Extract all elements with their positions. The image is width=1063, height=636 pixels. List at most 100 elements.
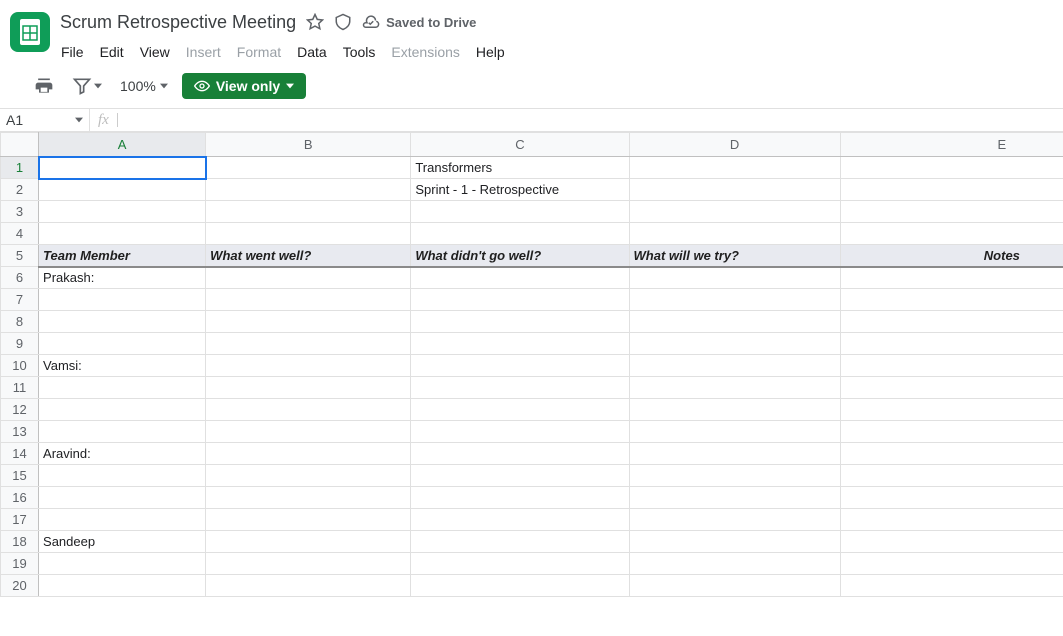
menu-insert[interactable]: Insert (179, 40, 228, 64)
menu-tools[interactable]: Tools (336, 40, 383, 64)
cell-D7[interactable] (629, 289, 840, 311)
cell-C5[interactable]: What didn't go well? (411, 245, 629, 267)
sheets-logo[interactable] (10, 12, 50, 52)
cell-B6[interactable] (206, 267, 411, 289)
cell-B11[interactable] (206, 377, 411, 399)
cell-C3[interactable] (411, 201, 629, 223)
row-header[interactable]: 13 (1, 421, 39, 443)
cell-B18[interactable] (206, 531, 411, 553)
row-header[interactable]: 6 (1, 267, 39, 289)
cell-E2[interactable] (840, 179, 1063, 201)
cell-B16[interactable] (206, 487, 411, 509)
cell-E19[interactable] (840, 553, 1063, 575)
cell-D9[interactable] (629, 333, 840, 355)
cell-C12[interactable] (411, 399, 629, 421)
cell-A18[interactable]: Sandeep (39, 531, 206, 553)
cell-C9[interactable] (411, 333, 629, 355)
cell-C17[interactable] (411, 509, 629, 531)
menu-edit[interactable]: Edit (93, 40, 131, 64)
saved-to-drive[interactable]: Saved to Drive (362, 13, 476, 31)
cell-E13[interactable] (840, 421, 1063, 443)
cell-A6[interactable]: Prakash: (39, 267, 206, 289)
col-header-E[interactable]: E (840, 133, 1063, 157)
cell-C2[interactable]: Sprint - 1 - Retrospective (411, 179, 629, 201)
cell-D13[interactable] (629, 421, 840, 443)
cell-E18[interactable] (840, 531, 1063, 553)
col-header-B[interactable]: B (206, 133, 411, 157)
row-header[interactable]: 18 (1, 531, 39, 553)
cell-C4[interactable] (411, 223, 629, 245)
cell-D17[interactable] (629, 509, 840, 531)
row-header[interactable]: 15 (1, 465, 39, 487)
cell-A16[interactable] (39, 487, 206, 509)
cell-E12[interactable] (840, 399, 1063, 421)
cell-A1[interactable] (39, 157, 206, 179)
cell-A8[interactable] (39, 311, 206, 333)
row-header[interactable]: 16 (1, 487, 39, 509)
row-header[interactable]: 10 (1, 355, 39, 377)
name-box[interactable]: A1 (0, 109, 90, 131)
cell-B10[interactable] (206, 355, 411, 377)
cell-C11[interactable] (411, 377, 629, 399)
cell-B17[interactable] (206, 509, 411, 531)
col-header-C[interactable]: C (411, 133, 629, 157)
select-all-corner[interactable] (1, 133, 39, 157)
cell-E6[interactable] (840, 267, 1063, 289)
cell-E3[interactable] (840, 201, 1063, 223)
cell-E11[interactable] (840, 377, 1063, 399)
cell-A19[interactable] (39, 553, 206, 575)
cell-E1[interactable] (840, 157, 1063, 179)
menu-format[interactable]: Format (230, 40, 288, 64)
cell-D10[interactable] (629, 355, 840, 377)
row-header[interactable]: 17 (1, 509, 39, 531)
cell-E14[interactable] (840, 443, 1063, 465)
cell-D4[interactable] (629, 223, 840, 245)
cell-C6[interactable] (411, 267, 629, 289)
row-header[interactable]: 5 (1, 245, 39, 267)
cell-E7[interactable] (840, 289, 1063, 311)
cell-B3[interactable] (206, 201, 411, 223)
cell-B20[interactable] (206, 575, 411, 597)
cell-E17[interactable] (840, 509, 1063, 531)
cell-D20[interactable] (629, 575, 840, 597)
cell-B2[interactable] (206, 179, 411, 201)
cell-D12[interactable] (629, 399, 840, 421)
row-header[interactable]: 19 (1, 553, 39, 575)
cell-B8[interactable] (206, 311, 411, 333)
col-header-A[interactable]: A (39, 133, 206, 157)
cell-C7[interactable] (411, 289, 629, 311)
cell-A2[interactable] (39, 179, 206, 201)
cell-B9[interactable] (206, 333, 411, 355)
cell-A17[interactable] (39, 509, 206, 531)
cell-D19[interactable] (629, 553, 840, 575)
cell-A3[interactable] (39, 201, 206, 223)
cell-D2[interactable] (629, 179, 840, 201)
cell-B14[interactable] (206, 443, 411, 465)
cell-C19[interactable] (411, 553, 629, 575)
cell-E16[interactable] (840, 487, 1063, 509)
cell-D18[interactable] (629, 531, 840, 553)
cell-B4[interactable] (206, 223, 411, 245)
print-icon[interactable] (30, 72, 58, 100)
formula-bar[interactable]: fx (90, 109, 1063, 131)
row-header[interactable]: 9 (1, 333, 39, 355)
spreadsheet-grid[interactable]: A B C D E 1 Transformers 2 Sprint - 1 - … (0, 132, 1063, 597)
cell-D6[interactable] (629, 267, 840, 289)
cell-C20[interactable] (411, 575, 629, 597)
cell-D8[interactable] (629, 311, 840, 333)
cell-A9[interactable] (39, 333, 206, 355)
cell-A7[interactable] (39, 289, 206, 311)
move-icon[interactable] (334, 13, 352, 31)
menu-help[interactable]: Help (469, 40, 512, 64)
cell-C18[interactable] (411, 531, 629, 553)
menu-extensions[interactable]: Extensions (384, 40, 466, 64)
cell-A11[interactable] (39, 377, 206, 399)
cell-A4[interactable] (39, 223, 206, 245)
cell-E15[interactable] (840, 465, 1063, 487)
cell-C1[interactable]: Transformers (411, 157, 629, 179)
cell-E5[interactable]: Notes (840, 245, 1063, 267)
cell-A13[interactable] (39, 421, 206, 443)
cell-B7[interactable] (206, 289, 411, 311)
cell-A12[interactable] (39, 399, 206, 421)
row-header[interactable]: 4 (1, 223, 39, 245)
